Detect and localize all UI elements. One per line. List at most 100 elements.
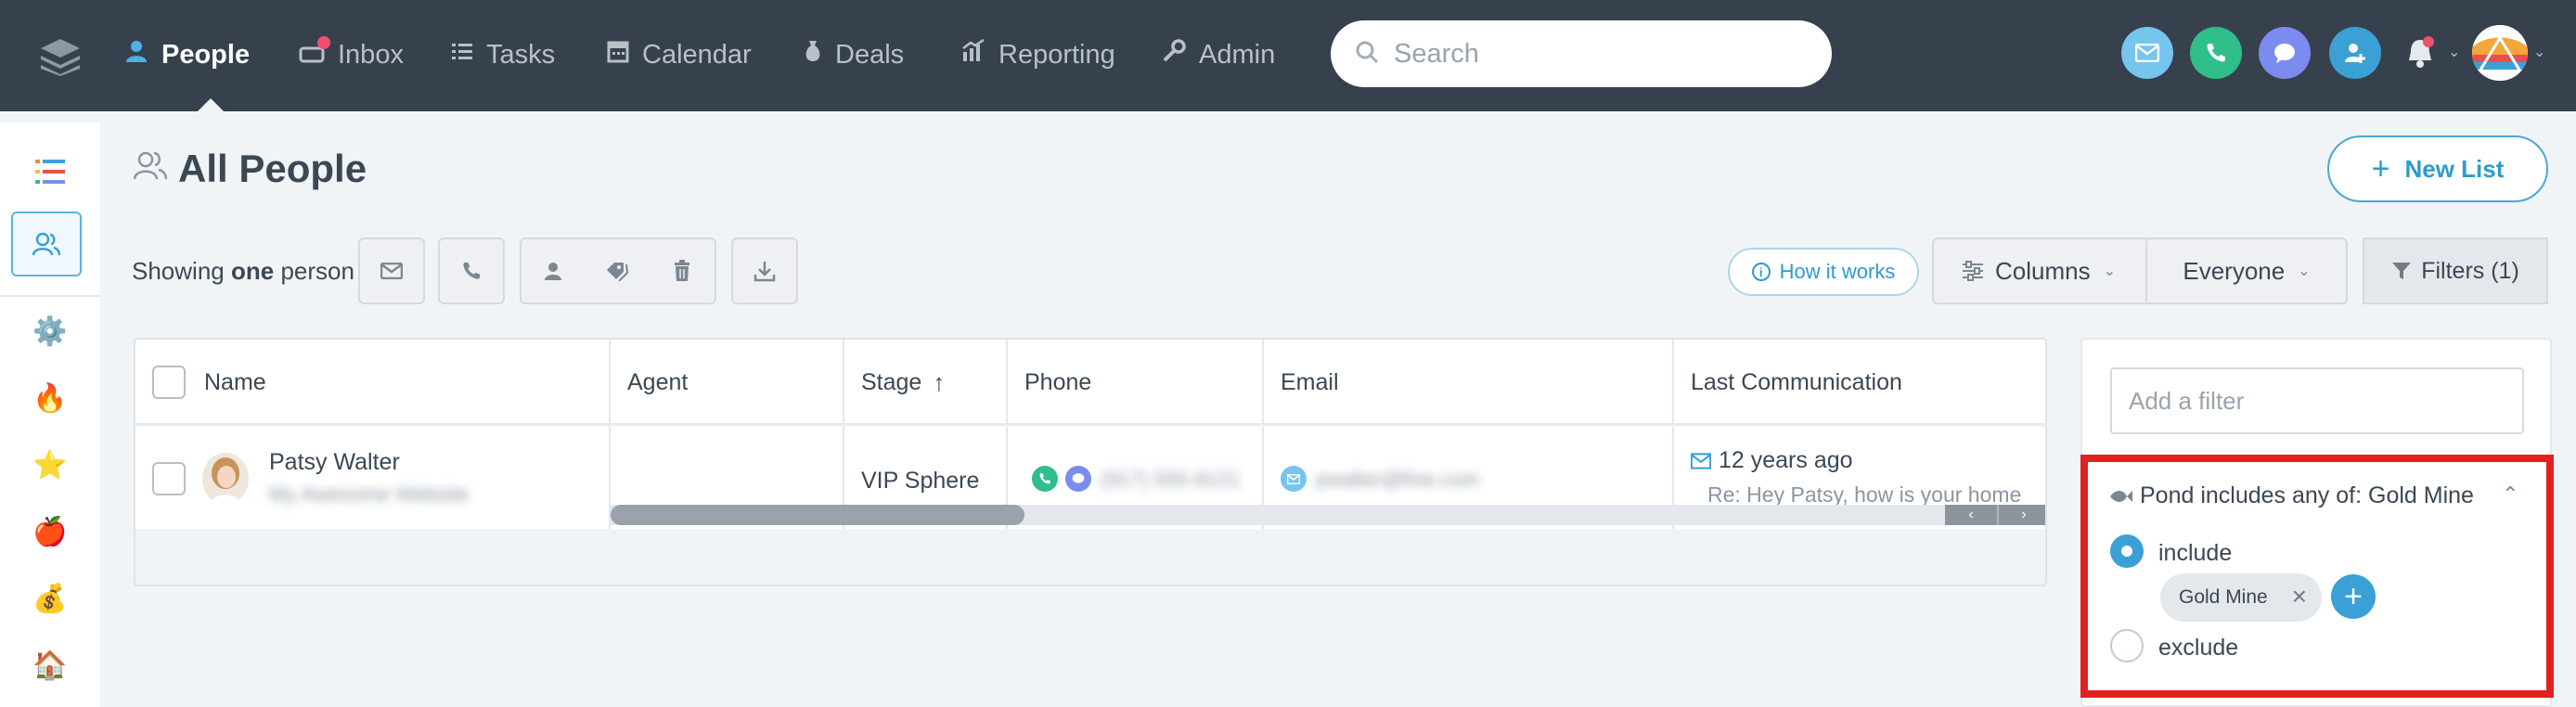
add-filter-input[interactable] (2110, 367, 2524, 434)
house-icon[interactable]: 🏠 (25, 640, 75, 690)
showing-suffix: person (280, 257, 354, 285)
row-checkbox[interactable] (152, 462, 186, 495)
filter-chip: Gold Mine × (2160, 573, 2322, 622)
people-title-icon (133, 150, 168, 185)
chevron-up-icon[interactable]: ⌃ (2502, 482, 2518, 507)
column-header-last-communication[interactable]: Last Communication (1674, 340, 2045, 425)
nav-tasks-label: Tasks (486, 39, 556, 70)
star-icon[interactable]: ⭐ (25, 440, 75, 490)
plus-icon: + (2371, 150, 2390, 186)
envelope-icon (1690, 449, 1712, 476)
bulk-email-button[interactable] (358, 238, 425, 304)
assign-agent-button[interactable] (520, 238, 586, 304)
last-comm-time: 12 years ago (1719, 447, 1853, 473)
fire-icon[interactable]: 🔥 (25, 373, 75, 423)
include-radio[interactable] (2110, 534, 2144, 568)
filters-button[interactable]: Filters (1) (2363, 238, 2548, 304)
export-button[interactable] (731, 238, 798, 304)
remove-chip-icon[interactable]: × (2292, 583, 2307, 611)
phone-icon[interactable] (2190, 27, 2242, 79)
sort-ascending-icon: ↑ (933, 367, 946, 396)
phone-value[interactable]: (917) 555-8121 (1101, 468, 1240, 492)
column-header-stage[interactable]: Stage ↑ (844, 340, 1008, 425)
person-icon (124, 39, 148, 71)
everyone-dropdown[interactable]: Everyone ⌄ (2147, 239, 2346, 302)
call-phone-icon[interactable] (1032, 466, 1058, 492)
column-phone-label: Phone (1024, 368, 1092, 395)
add-person-icon[interactable] (2329, 27, 2381, 79)
stage-value[interactable]: VIP Sphere (861, 468, 979, 495)
email-value[interactable]: pwalter@fine.com (1316, 468, 1479, 492)
sidebar-divider (0, 295, 100, 297)
add-value-button[interactable]: + (2331, 574, 2376, 619)
download-icon (753, 262, 776, 282)
lists-icon[interactable] (25, 147, 75, 197)
nav-deals[interactable]: Deals (804, 33, 904, 76)
bulk-call-button[interactable] (438, 238, 505, 304)
search-icon (1355, 40, 1379, 69)
column-header-name[interactable]: Name (135, 340, 611, 425)
search-input[interactable] (1394, 38, 1802, 70)
filter-header[interactable]: Pond includes any of: Gold Mine (2108, 482, 2474, 509)
info-icon: i (1751, 263, 1771, 281)
nav-reporting[interactable]: Reporting (961, 33, 1115, 76)
tags-icon (607, 263, 629, 281)
chevron-down-icon: ⌄ (2103, 264, 2116, 279)
apple-icon[interactable]: 🍎 (25, 507, 75, 557)
column-header-email[interactable]: Email (1264, 340, 1674, 425)
bell-icon[interactable] (2394, 27, 2446, 79)
include-label: include (2158, 540, 2233, 566)
nav-people-label: People (161, 39, 251, 70)
how-it-works-button[interactable]: i How it works (1728, 248, 1919, 296)
email-icon[interactable] (2121, 27, 2173, 79)
page-title: All People (178, 147, 367, 190)
column-header-agent[interactable]: Agent (611, 340, 844, 425)
columns-dropdown[interactable]: Columns ⌄ (1934, 239, 2147, 302)
bell-chevron-down-icon[interactable]: ⌄ (2448, 43, 2460, 61)
contact-source: My Awesome Website (269, 482, 470, 506)
tag-button[interactable] (585, 238, 651, 304)
exclude-radio[interactable] (2110, 629, 2144, 662)
text-chat-icon[interactable] (1065, 466, 1091, 492)
column-name-label: Name (204, 368, 266, 395)
nav-people[interactable]: People (124, 33, 250, 76)
money-bag-icon[interactable]: 💰 (25, 573, 75, 623)
everyone-label: Everyone (2183, 256, 2286, 285)
top-nav: People Inbox Tasks Calendar Deals Report… (0, 0, 2576, 111)
column-agent-label: Agent (627, 368, 689, 395)
plus-icon: + (2344, 578, 2363, 614)
nav-calendar-label: Calendar (642, 39, 752, 70)
email-icon[interactable] (1281, 466, 1307, 492)
contact-name[interactable]: Patsy Walter (269, 449, 400, 476)
chat-icon[interactable] (2259, 27, 2311, 79)
avatar-chevron-down-icon[interactable]: ⌄ (2533, 43, 2545, 61)
calendar-icon (607, 39, 629, 71)
scrollbar-thumb[interactable] (611, 505, 1024, 525)
exclude-label: exclude (2158, 635, 2239, 661)
delete-button[interactable] (650, 238, 716, 304)
column-header-phone[interactable]: Phone (1008, 340, 1264, 425)
scroll-right-icon[interactable]: › (1997, 505, 2045, 525)
table-header: Name Agent Stage ↑ Phone Email Last Comm… (135, 340, 2045, 425)
money-bag-icon (804, 39, 822, 71)
app-logo-icon[interactable] (37, 37, 84, 76)
nav-inbox[interactable]: Inbox (299, 33, 404, 76)
new-list-button[interactable]: + New List (2327, 135, 2548, 202)
nav-deals-label: Deals (835, 39, 905, 70)
active-nav-indicator (198, 98, 224, 111)
gear-icon[interactable]: ⚙️ (25, 306, 75, 356)
nav-calendar[interactable]: Calendar (607, 33, 752, 76)
column-email-label: Email (1281, 368, 1339, 395)
nav-admin[interactable]: Admin (1162, 33, 1275, 76)
funnel-icon (2392, 263, 2412, 279)
search-box[interactable] (1331, 20, 1832, 87)
user-avatar[interactable] (2472, 25, 2528, 81)
trash-icon (675, 260, 689, 281)
nav-tasks[interactable]: Tasks (451, 33, 555, 76)
last-comm-preview[interactable]: Re: Hey Patsy, how is your home (1707, 482, 2021, 508)
people-icon[interactable] (11, 212, 82, 276)
select-all-checkbox[interactable] (152, 366, 186, 399)
horizontal-scrollbar[interactable] (611, 505, 2045, 525)
chart-icon (961, 38, 985, 71)
scroll-left-icon[interactable]: ‹ (1945, 505, 1997, 525)
